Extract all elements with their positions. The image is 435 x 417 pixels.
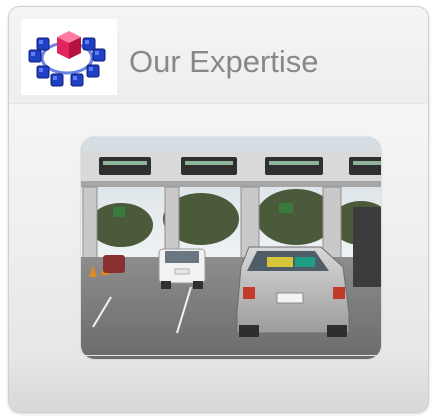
card-title: Our Expertise — [129, 44, 319, 79]
card-header: Our Expertise — [9, 7, 428, 104]
logo — [21, 19, 117, 95]
cube-network-logo-icon — [28, 31, 106, 87]
toll-plaza-photo — [81, 137, 381, 359]
card-footer — [9, 355, 428, 412]
expertise-card[interactable]: Our Expertise — [8, 6, 429, 413]
toll-plaza-image — [81, 137, 381, 359]
